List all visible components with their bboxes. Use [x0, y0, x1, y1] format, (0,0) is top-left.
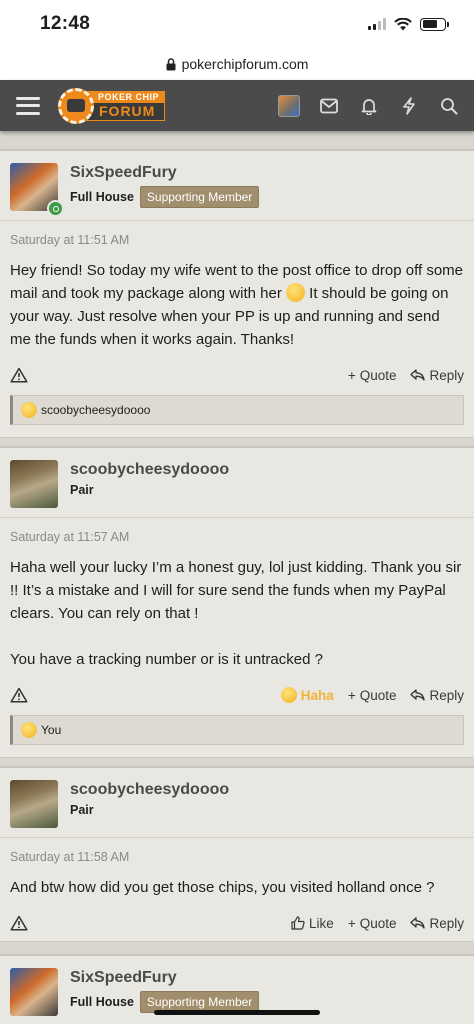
post-body: And btw how did you get those chips, you… — [10, 879, 435, 896]
reaction-list[interactable]: scoobycheesydoooo — [10, 395, 464, 425]
post-date[interactable]: Saturday at 11:51 AM — [0, 221, 474, 247]
user-avatar[interactable] — [10, 780, 58, 828]
post-username[interactable]: scoobycheesydoooo — [70, 461, 229, 479]
user-avatar[interactable] — [10, 460, 58, 508]
user-rank: Pair — [70, 483, 94, 497]
laughing-emoji-icon — [280, 687, 297, 703]
reply-button[interactable]: Reply — [410, 916, 464, 931]
user-rank: Full House — [70, 995, 134, 1009]
alerts-bell-icon[interactable] — [358, 95, 380, 117]
post-body: Hey friend! So today my wife went to the… — [0, 247, 474, 351]
post-body-paragraph: You have a tracking number or is it untr… — [10, 651, 323, 668]
report-warning-icon[interactable] — [10, 915, 28, 931]
reply-button[interactable]: Reply — [410, 688, 464, 703]
thumbs-up-icon — [291, 916, 305, 930]
wow-reaction-icon — [21, 402, 37, 418]
lock-icon — [166, 57, 176, 70]
poker-chip-logo-icon — [58, 87, 94, 124]
plus-icon: + — [347, 367, 356, 383]
menu-icon[interactable] — [16, 96, 40, 115]
forum-post: scoobycheesydoooo Pair Saturday at 11:58… — [0, 766, 474, 942]
url-text: pokerchipforum.com — [181, 56, 309, 72]
reaction-list[interactable]: You — [10, 715, 464, 745]
reply-arrow-icon — [410, 369, 426, 381]
logo-text-top: POKER CHIP — [86, 90, 166, 103]
forum-navbar: POKER CHIP FORUM — [0, 80, 474, 131]
account-avatar[interactable] — [278, 94, 300, 117]
post-username[interactable]: scoobycheesydoooo — [70, 781, 229, 799]
quote-button[interactable]: + Quote — [348, 916, 397, 931]
reply-arrow-icon — [410, 689, 426, 701]
site-logo[interactable]: POKER CHIP FORUM — [58, 87, 166, 124]
member-badge: Supporting Member — [139, 186, 260, 208]
address-bar[interactable]: pokerchipforum.com — [0, 48, 474, 80]
quote-button[interactable]: + Quote — [348, 688, 397, 703]
plus-icon: + — [347, 915, 356, 931]
battery-icon — [420, 17, 449, 31]
user-rank: Full House — [70, 190, 134, 204]
plus-icon: + — [347, 687, 356, 703]
report-warning-icon[interactable] — [10, 367, 28, 383]
user-rank: Pair — [70, 803, 94, 817]
quote-button[interactable]: + Quote — [348, 368, 397, 383]
reply-button[interactable]: Reply — [410, 368, 464, 383]
logo-text-bottom: FORUM — [86, 102, 166, 121]
whats-new-bolt-icon[interactable] — [398, 95, 420, 117]
post-header: SixSpeedFury Full House Supporting Membe… — [0, 151, 474, 221]
post-actions: Haha + Quote Reply — [0, 671, 474, 713]
system-icons — [368, 17, 449, 31]
post-body: Haha well your lucky I’m a honest guy, l… — [0, 544, 474, 671]
inbox-icon[interactable] — [318, 95, 340, 117]
reaction-users[interactable]: scoobycheesydoooo — [41, 403, 150, 417]
laughing-emoji-icon — [21, 722, 37, 738]
sad-face-emoji-icon — [285, 283, 305, 302]
report-warning-icon[interactable] — [10, 687, 28, 703]
status-bar: 12:48 — [0, 0, 474, 48]
user-avatar[interactable] — [10, 968, 58, 1016]
home-indicator[interactable] — [154, 1010, 320, 1015]
post-header: scoobycheesydoooo Pair — [0, 768, 474, 838]
status-time: 12:48 — [40, 13, 91, 34]
wifi-icon — [394, 17, 412, 30]
cellular-signal-icon — [368, 18, 386, 30]
haha-reaction-button[interactable]: Haha — [280, 687, 334, 703]
online-status-icon — [47, 200, 64, 217]
post-date[interactable]: Saturday at 11:57 AM — [0, 518, 474, 544]
post-username[interactable]: SixSpeedFury — [70, 164, 259, 182]
like-button[interactable]: Like — [291, 916, 334, 931]
post-header: scoobycheesydoooo Pair — [0, 448, 474, 518]
search-icon[interactable] — [438, 95, 460, 117]
user-avatar[interactable] — [10, 163, 64, 217]
forum-post: SixSpeedFury Full House Supporting Membe… — [0, 149, 474, 438]
post-actions: + Quote Reply — [0, 351, 474, 393]
forum-post: scoobycheesydoooo Pair Saturday at 11:57… — [0, 446, 474, 758]
post-actions: Like + Quote Reply — [0, 899, 474, 941]
post-date[interactable]: Saturday at 11:58 AM — [0, 838, 474, 864]
reaction-users[interactable]: You — [41, 723, 61, 737]
post-username[interactable]: SixSpeedFury — [70, 969, 259, 987]
reply-arrow-icon — [410, 917, 426, 929]
post-body-paragraph: Haha well your lucky I’m a honest guy, l… — [10, 559, 462, 622]
